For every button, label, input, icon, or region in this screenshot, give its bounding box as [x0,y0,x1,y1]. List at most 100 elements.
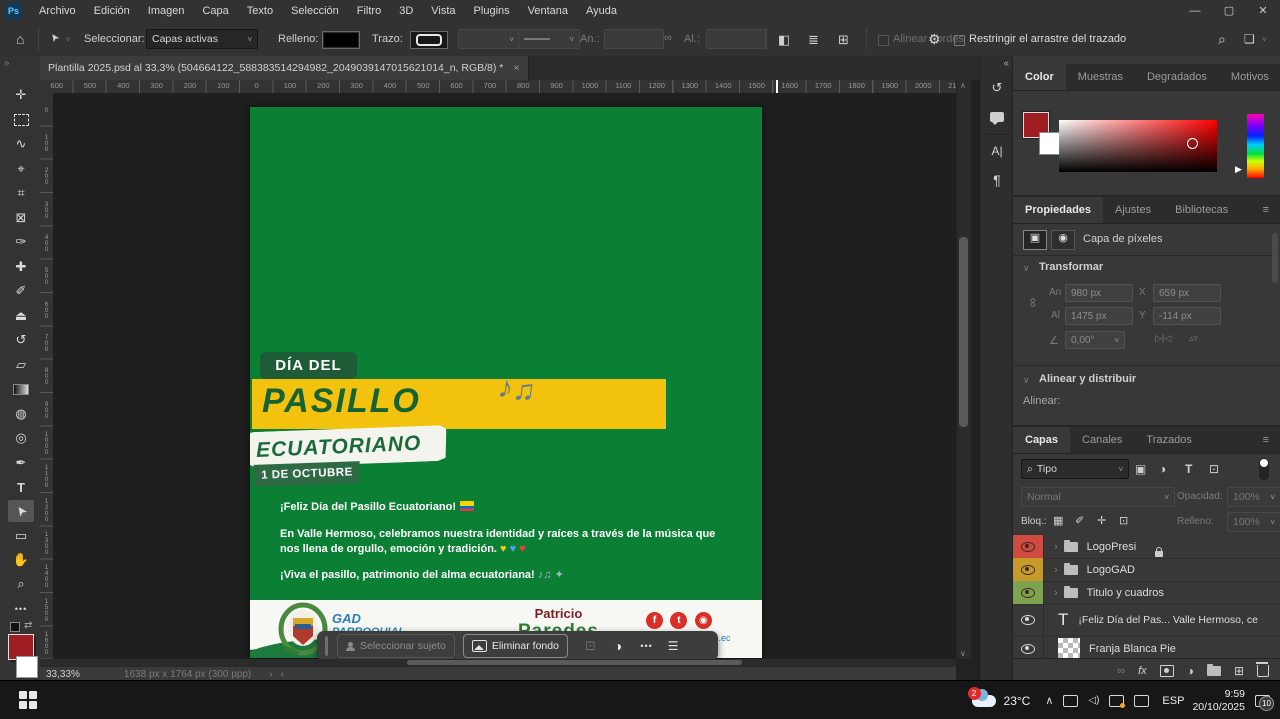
lock-position-icon[interactable]: ✛ [1097,514,1106,527]
layer-row[interactable]: › LogoGAD [1013,558,1280,582]
filter-adjustment-icon[interactable]: ◑ [1159,462,1166,476]
minimize-button[interactable]: — [1178,0,1212,22]
filter-toggle[interactable] [1259,458,1269,480]
pen-tool[interactable]: ✒ [8,452,34,474]
tab-capas[interactable]: Capas [1013,427,1070,453]
menu-item[interactable]: Texto [238,0,282,22]
scroll-down-icon[interactable]: ∨ [960,649,966,658]
fill-swatch[interactable] [322,31,360,49]
gradient-tool[interactable] [8,378,34,400]
scroll-up-icon[interactable]: ∧ [960,81,966,90]
clock[interactable]: 9:59 20/10/2025 [1192,688,1245,714]
tray-expand-icon[interactable]: ∧ [1045,694,1053,707]
new-group-icon[interactable] [1207,666,1221,676]
panel-menu-icon[interactable]: ≡ [1251,197,1280,223]
layer-row[interactable]: › LogoPresi [1013,535,1280,559]
filter-image-icon[interactable]: ▣ [1135,462,1146,476]
layer-row[interactable]: T ¡Feliz Día del Pas... Valle Hermoso, c… [1013,604,1280,636]
object-selection-tool[interactable]: ⌖ [8,158,34,180]
menu-item[interactable]: 3D [390,0,422,22]
tab-bibliotecas[interactable]: Bibliotecas [1163,197,1240,223]
tab-motivos[interactable]: Motivos [1219,64,1280,90]
vertical-scrollbar[interactable]: ∧ ∨ [956,80,971,659]
start-button[interactable] [8,683,48,717]
search-icon[interactable]: ⌕ [1218,31,1226,48]
pixel-layer-icon[interactable]: ▣ [1023,230,1047,250]
vertical-scroll-thumb[interactable] [959,237,968,427]
menu-item[interactable]: Plugins [465,0,519,22]
document-tab[interactable]: Plantilla 2025.psd al 33,3% (504664122_5… [40,56,529,80]
background-color-swatch[interactable] [16,656,38,678]
layer-name[interactable]: LogoGAD [1087,564,1135,576]
layer-visibility[interactable] [1013,604,1044,635]
tab-trazados[interactable]: Trazados [1134,427,1203,453]
new-layer-icon[interactable]: ⊞ [1234,664,1244,678]
path-selection-tool[interactable]: ➤ [8,500,34,522]
healing-brush-tool[interactable]: ✚ [8,256,34,278]
swap-colors-icon[interactable]: ⇄ [24,620,32,631]
temperature[interactable]: 23°C [1004,694,1031,708]
menu-item[interactable]: Vista [422,0,464,22]
layer-filter-dropdown[interactable]: ⌕ Tipo˅ [1021,459,1129,479]
tab-muestras[interactable]: Muestras [1066,64,1135,90]
remove-background-button[interactable]: Eliminar fondo [463,634,568,658]
tab-color[interactable]: Color [1013,64,1066,90]
adjustment-layer-icon[interactable]: ◑ [1187,664,1194,678]
layer-row[interactable]: › Titulo y cuadros [1013,581,1280,605]
paragraph-panel-icon[interactable]: ¶ [981,172,1013,188]
color-field[interactable] [1059,120,1217,172]
notifications-icon[interactable]: 10 [1255,695,1270,707]
menu-item[interactable]: Ventana [519,0,577,22]
expand-toolbar-icon[interactable]: » [4,58,10,69]
menu-item[interactable]: Capa [193,0,237,22]
more-options-icon[interactable]: ••• [640,641,652,651]
blur-tool[interactable]: ◍ [8,403,34,425]
select-mode-dropdown[interactable]: Capas activas˅ [146,29,258,49]
history-panel-icon[interactable]: ↺ [981,80,1013,96]
frame-tool[interactable]: ⊠ [8,207,34,229]
add-mask-icon[interactable] [1160,665,1174,677]
canvas-area[interactable]: DÍA DEL PASILLO ♪♫ ECUATORIANO 1 DE OCTU… [53,93,956,659]
path-arrange-icon[interactable]: ⊞ [838,32,849,48]
cast-tray-icon[interactable] [1109,695,1124,707]
comments-panel-icon[interactable] [990,112,1004,122]
stroke-swatch[interactable] [410,31,448,49]
horizontal-ruler[interactable]: 6005004003002001000100200300400500600700… [40,80,956,94]
status-next-icon[interactable]: › [269,669,272,680]
layer-name[interactable]: Titulo y cuadros [1087,587,1164,599]
marquee-tool[interactable] [8,109,34,131]
zoom-level[interactable]: 33,33% [46,669,80,680]
eyedropper-tool[interactable]: ✑ [8,231,34,253]
eraser-tool[interactable]: ▱ [8,354,34,376]
collapse-panels-icon[interactable]: « [1003,58,1009,69]
workspace-switcher-icon[interactable]: ❏ [1244,32,1255,46]
dodge-tool[interactable]: ◎ [8,427,34,449]
network-display-icon[interactable] [1134,695,1149,707]
menu-item[interactable]: Edición [85,0,139,22]
brush-tool[interactable]: ✐ [8,280,34,302]
layer-effects-icon[interactable]: fx [1138,665,1147,677]
close-button[interactable]: ✕ [1246,0,1280,22]
edit-toolbar-icon[interactable]: ••• [8,598,34,620]
filter-type-icon[interactable]: T [1185,462,1192,476]
menu-item[interactable]: Filtro [348,0,390,22]
volume-icon[interactable]: ◁) [1088,695,1099,706]
layer-visibility-yellow[interactable] [1013,558,1044,581]
tab-canales[interactable]: Canales [1070,427,1134,453]
menu-item[interactable]: Ayuda [577,0,626,22]
panel-menu-icon[interactable]: ≡ [1251,427,1280,453]
panel-scroll-thumb[interactable] [1272,233,1278,283]
move-tool-preset-icon[interactable]: ➤ [47,30,63,45]
layer-name[interactable]: ¡Feliz Día del Pas... Valle Hermoso, ce [1078,614,1258,626]
zoom-tool[interactable]: ⌕ [8,573,34,595]
lock-artboard-icon[interactable]: ⊡ [1119,514,1128,527]
gear-icon[interactable]: ⚙ [928,31,941,48]
path-align-icon[interactable]: ≣ [808,32,819,48]
mask-properties-icon[interactable]: ◉ [1051,230,1075,250]
canvas-document[interactable]: DÍA DEL PASILLO ♪♫ ECUATORIANO 1 DE OCTU… [250,107,762,658]
weather-icon[interactable]: 2 [972,695,996,707]
obs-tray-icon[interactable] [1063,695,1078,707]
adjustments-icon[interactable]: ◑ [614,638,622,654]
character-panel-icon[interactable]: A| [981,144,1013,158]
layer-visibility-green[interactable] [1013,581,1044,604]
